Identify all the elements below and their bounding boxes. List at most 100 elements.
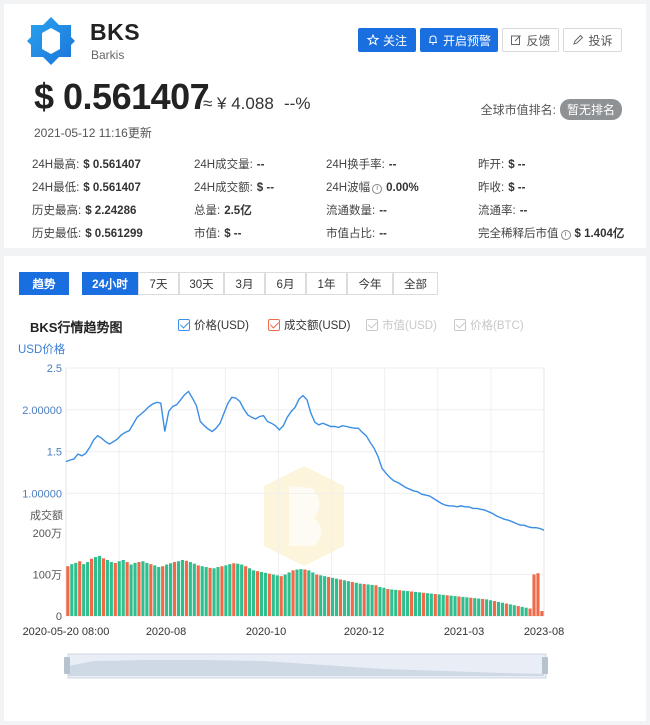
price-axis-tick: 1.5 xyxy=(47,447,62,459)
volume-bar xyxy=(338,579,343,616)
volume-bar xyxy=(394,589,398,616)
volume-bar xyxy=(378,586,382,616)
volume-bar xyxy=(279,576,283,616)
stat-market-share: 市值占比: -- xyxy=(326,228,387,240)
volume-bar xyxy=(512,605,516,616)
stat-circulation-rate: 流通率: -- xyxy=(478,205,528,217)
volume-bar xyxy=(524,607,528,616)
volume-bar xyxy=(350,581,354,616)
volume-bar xyxy=(125,562,129,616)
volume-bar xyxy=(212,568,216,616)
volume-bar xyxy=(216,567,220,616)
volume-bar xyxy=(382,587,386,616)
volume-bar xyxy=(334,578,339,616)
volume-bar xyxy=(457,596,461,616)
zoom-handle-left[interactable] xyxy=(64,657,70,674)
volume-bar xyxy=(204,567,208,616)
volume-bar xyxy=(145,562,149,616)
volume-bar xyxy=(121,559,125,616)
volume-bar xyxy=(105,559,109,616)
volume-bar xyxy=(192,563,196,616)
chart-card: 趋势 24小时 7天 30天 3月 6月 1年 今年 全部 BKS行情趋势图 价… xyxy=(4,256,646,721)
volume-bar xyxy=(137,562,141,616)
zoom-handle-right[interactable] xyxy=(542,657,548,674)
volume-bar xyxy=(536,573,540,616)
volume-bar xyxy=(133,562,137,616)
volume-bar xyxy=(161,566,165,616)
price-trend-chart[interactable]: 2.5 2.00000 1.5 1.00000 USD价格成交额 200万 100万 0 202… xyxy=(4,256,646,721)
volume-bar xyxy=(485,599,489,616)
volume-bar xyxy=(449,595,453,616)
volume-bar xyxy=(465,597,469,616)
volume-bar xyxy=(263,572,267,616)
volume-bar xyxy=(275,575,279,616)
volume-bar xyxy=(429,593,433,616)
volume-bar xyxy=(240,564,244,616)
volume-axis-tick: 100万 xyxy=(33,570,62,582)
stat-all-time-low: 历史最低: $ 0.561299 xyxy=(32,228,143,240)
x-axis-tick: 2021-03 xyxy=(444,626,484,638)
volume-bar xyxy=(165,564,169,616)
rank-badge: 暂无排名 xyxy=(559,99,622,120)
x-axis-tick: 2020-12 xyxy=(344,626,384,638)
volume-bar xyxy=(358,583,362,616)
pen-icon xyxy=(573,34,584,45)
volume-bar xyxy=(370,584,374,616)
price-axis-tick: 2.5 xyxy=(47,363,62,375)
stat-low-24h: 24H最低: $ 0.561407 xyxy=(32,182,141,194)
volume-bar xyxy=(398,590,402,616)
volume-bar xyxy=(417,592,422,616)
volume-bar xyxy=(425,593,429,616)
volume-bar xyxy=(299,569,303,616)
updated-time: 2021-05-12 11:16更新 xyxy=(34,126,152,140)
stat-circulating: 流通数量: -- xyxy=(326,205,387,217)
complain-button[interactable]: 投诉 xyxy=(563,28,622,52)
volume-bar xyxy=(176,561,181,616)
volume-bar xyxy=(295,569,299,616)
volume-bar xyxy=(500,602,504,616)
volume-bar xyxy=(129,564,133,616)
volume-bar xyxy=(441,594,445,616)
volume-bar xyxy=(259,572,264,616)
alert-button[interactable]: 开启预警 xyxy=(420,28,498,52)
price-axis-tick: 2.00000 xyxy=(22,405,62,417)
volume-bar xyxy=(149,564,153,616)
volume-bar xyxy=(492,601,497,616)
volume-bar xyxy=(93,557,98,616)
volume-bar xyxy=(540,611,544,616)
stat-amount-24h: 24H成交额: $ -- xyxy=(194,182,275,194)
volume-bar xyxy=(248,568,252,616)
volume-bar xyxy=(267,573,271,616)
volume-bar xyxy=(224,565,228,616)
x-axis-tick: 2020-10 xyxy=(246,626,286,638)
stat-volume-24h: 24H成交量: -- xyxy=(194,159,265,171)
info-icon[interactable]: i xyxy=(560,230,571,240)
volume-bar xyxy=(461,596,465,616)
info-icon[interactable]: i xyxy=(372,184,383,194)
volume-bar xyxy=(520,606,524,616)
follow-button[interactable]: 关注 xyxy=(358,28,416,52)
volume-bar xyxy=(469,597,473,616)
volume-bar xyxy=(74,562,78,616)
volume-bar xyxy=(402,590,406,616)
volume-bar xyxy=(311,572,315,616)
stat-prev-close: 昨收: $ -- xyxy=(478,182,526,194)
volume-bar xyxy=(315,574,319,616)
feedback-label: 反馈 xyxy=(526,33,551,48)
volume-bar xyxy=(504,603,508,616)
alert-label: 开启预警 xyxy=(442,33,491,48)
volume-bar xyxy=(354,582,358,616)
feedback-button[interactable]: 反馈 xyxy=(502,28,559,52)
volume-bar xyxy=(196,565,200,616)
volume-bar xyxy=(188,562,192,616)
price-axis-tick: 1.00000 xyxy=(22,488,62,500)
volume-bar xyxy=(255,571,260,616)
volume-bar xyxy=(362,584,366,616)
volume-bar xyxy=(283,574,287,616)
stat-total-supply: 总量: 2.5亿 xyxy=(194,205,252,217)
volume-bar xyxy=(157,567,161,616)
volume-bar xyxy=(141,561,145,616)
volume-bar xyxy=(386,589,390,616)
volume-bar xyxy=(496,601,501,616)
volume-bar xyxy=(477,598,481,616)
